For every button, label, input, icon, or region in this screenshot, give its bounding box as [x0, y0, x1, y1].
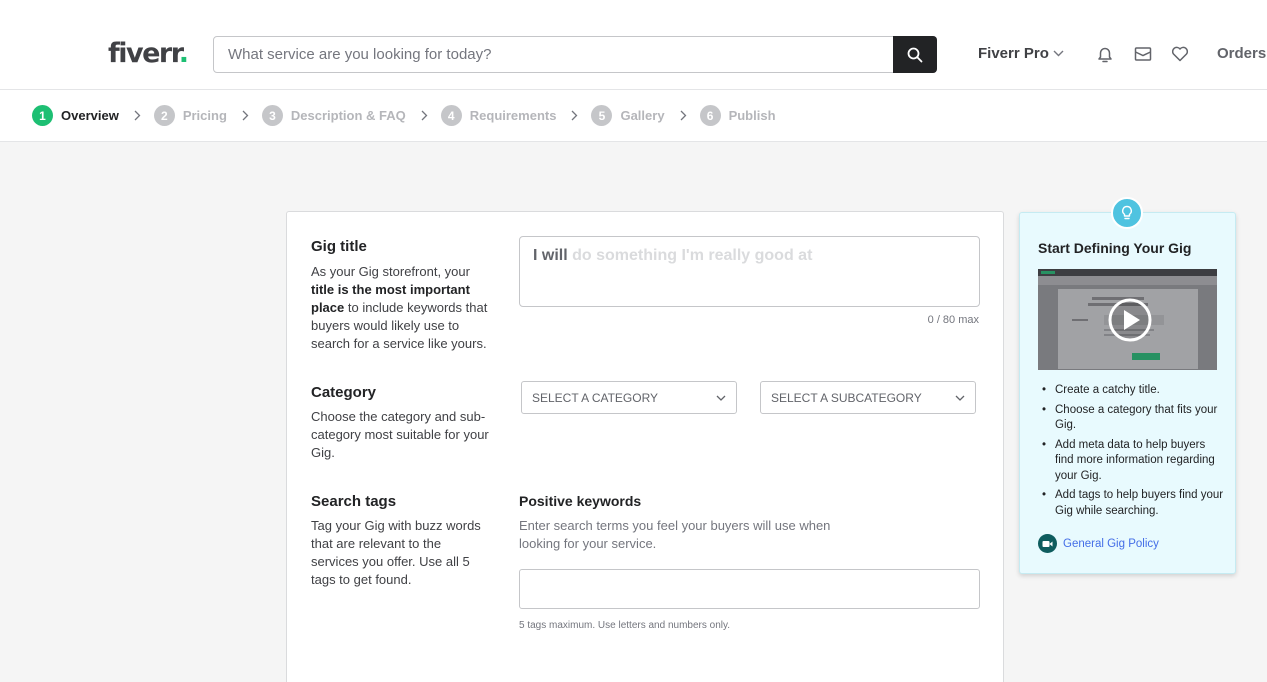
step-label: Gallery	[620, 108, 665, 123]
step-label: Pricing	[182, 108, 227, 123]
step-number: 1	[32, 105, 53, 126]
messages-button[interactable]	[1133, 44, 1153, 64]
search-button[interactable]	[893, 36, 937, 73]
search-tags-heading: Search tags	[311, 493, 397, 510]
tip-item: Add meta data to help buyers find more i…	[1040, 438, 1225, 485]
chevron-down-icon	[955, 395, 965, 401]
gig-title-prefix: I will	[533, 247, 568, 264]
search-tags-description: Tag your Gig with buzz words that are re…	[311, 518, 481, 587]
gig-title-heading: Gig title	[311, 238, 367, 255]
category-description: Choose the category and sub-category mos…	[311, 409, 489, 460]
char-counter: 0 / 80 max	[927, 314, 979, 326]
video-thumbnail	[1038, 269, 1217, 370]
step-gallery[interactable]: 5 Gallery	[591, 105, 665, 126]
bell-icon	[1098, 47, 1112, 62]
category-select[interactable]: SELECT A CATEGORY	[521, 381, 737, 414]
general-gig-policy-label: General Gig Policy	[1063, 537, 1159, 550]
search-icon	[907, 47, 923, 62]
favorites-button[interactable]	[1170, 44, 1190, 64]
step-label: Publish	[728, 108, 776, 123]
tip-item: Choose a category that fits your Gig.	[1040, 403, 1225, 434]
chevron-right-icon	[571, 110, 578, 121]
category-select-value: SELECT A CATEGORY	[532, 390, 659, 405]
tutorial-video[interactable]	[1038, 269, 1217, 370]
gig-title-placeholder: do something I'm really good at	[572, 247, 813, 264]
video-camera-icon	[1038, 534, 1057, 553]
gig-overview-form: Gig title As your Gig storefront, your t…	[286, 211, 1004, 682]
subcategory-select-value: SELECT A SUBCATEGORY	[771, 390, 922, 405]
fiverr-logo[interactable]: fiverr.	[108, 36, 189, 72]
chevron-right-icon	[134, 110, 141, 121]
search-input[interactable]	[214, 37, 894, 72]
chevron-down-icon	[716, 395, 726, 401]
gig-title-input[interactable]: I will do something I'm really good at	[519, 236, 980, 307]
step-description-faq[interactable]: 3 Description & FAQ	[261, 105, 406, 126]
step-label: Overview	[61, 108, 119, 123]
notifications-button[interactable]	[1095, 44, 1115, 64]
envelope-icon	[1134, 47, 1152, 61]
step-requirements[interactable]: 4 Requirements	[440, 105, 557, 126]
fiverr-pro-menu[interactable]: Fiverr Pro	[978, 45, 1064, 62]
search-bar	[213, 36, 937, 73]
subcategory-select[interactable]: SELECT A SUBCATEGORY	[760, 381, 976, 414]
fiverr-pro-label: Fiverr Pro	[978, 45, 1049, 62]
tip-list: Create a catchy title. Choose a category…	[1040, 383, 1225, 523]
step-label: Requirements	[469, 108, 557, 123]
tip-title: Start Defining Your Gig	[1038, 240, 1192, 256]
chevron-right-icon	[421, 110, 428, 121]
tip-panel: Start Defining Your Gig Create a catchy …	[1019, 197, 1236, 574]
tags-input[interactable]	[519, 569, 980, 609]
positive-keywords-heading: Positive keywords	[519, 493, 642, 509]
step-publish[interactable]: 6 Publish	[699, 105, 776, 126]
gig-steps-nav: 1 Overview 2 Pricing 3 Description & FAQ…	[0, 90, 1267, 142]
step-number: 6	[699, 105, 721, 126]
tip-item: Create a catchy title.	[1040, 383, 1225, 399]
step-overview[interactable]: 1 Overview	[32, 105, 119, 126]
lightbulb-icon	[1111, 197, 1143, 229]
tags-hint: 5 tags maximum. Use letters and numbers …	[519, 620, 731, 631]
gig-title-description: As your Gig storefront, your title is th…	[311, 264, 488, 351]
step-number: 5	[591, 105, 613, 126]
orders-link[interactable]: Orders	[1217, 45, 1266, 62]
step-number: 4	[440, 105, 462, 126]
chevron-right-icon	[680, 110, 687, 121]
step-number: 3	[261, 105, 283, 126]
top-header: fiverr. Fiverr Pro Orders	[0, 0, 1267, 90]
chevron-down-icon	[1053, 50, 1064, 57]
general-gig-policy-link[interactable]: General Gig Policy	[1038, 534, 1159, 553]
chevron-right-icon	[242, 110, 249, 121]
positive-keywords-description: Enter search terms you feel your buyers …	[519, 518, 831, 551]
tip-item: Add tags to help buyers find your Gig wh…	[1040, 488, 1225, 519]
step-pricing[interactable]: 2 Pricing	[153, 105, 227, 126]
step-label: Description & FAQ	[290, 108, 406, 123]
heart-icon	[1171, 46, 1189, 62]
category-heading: Category	[311, 384, 377, 401]
step-number: 2	[153, 105, 175, 126]
